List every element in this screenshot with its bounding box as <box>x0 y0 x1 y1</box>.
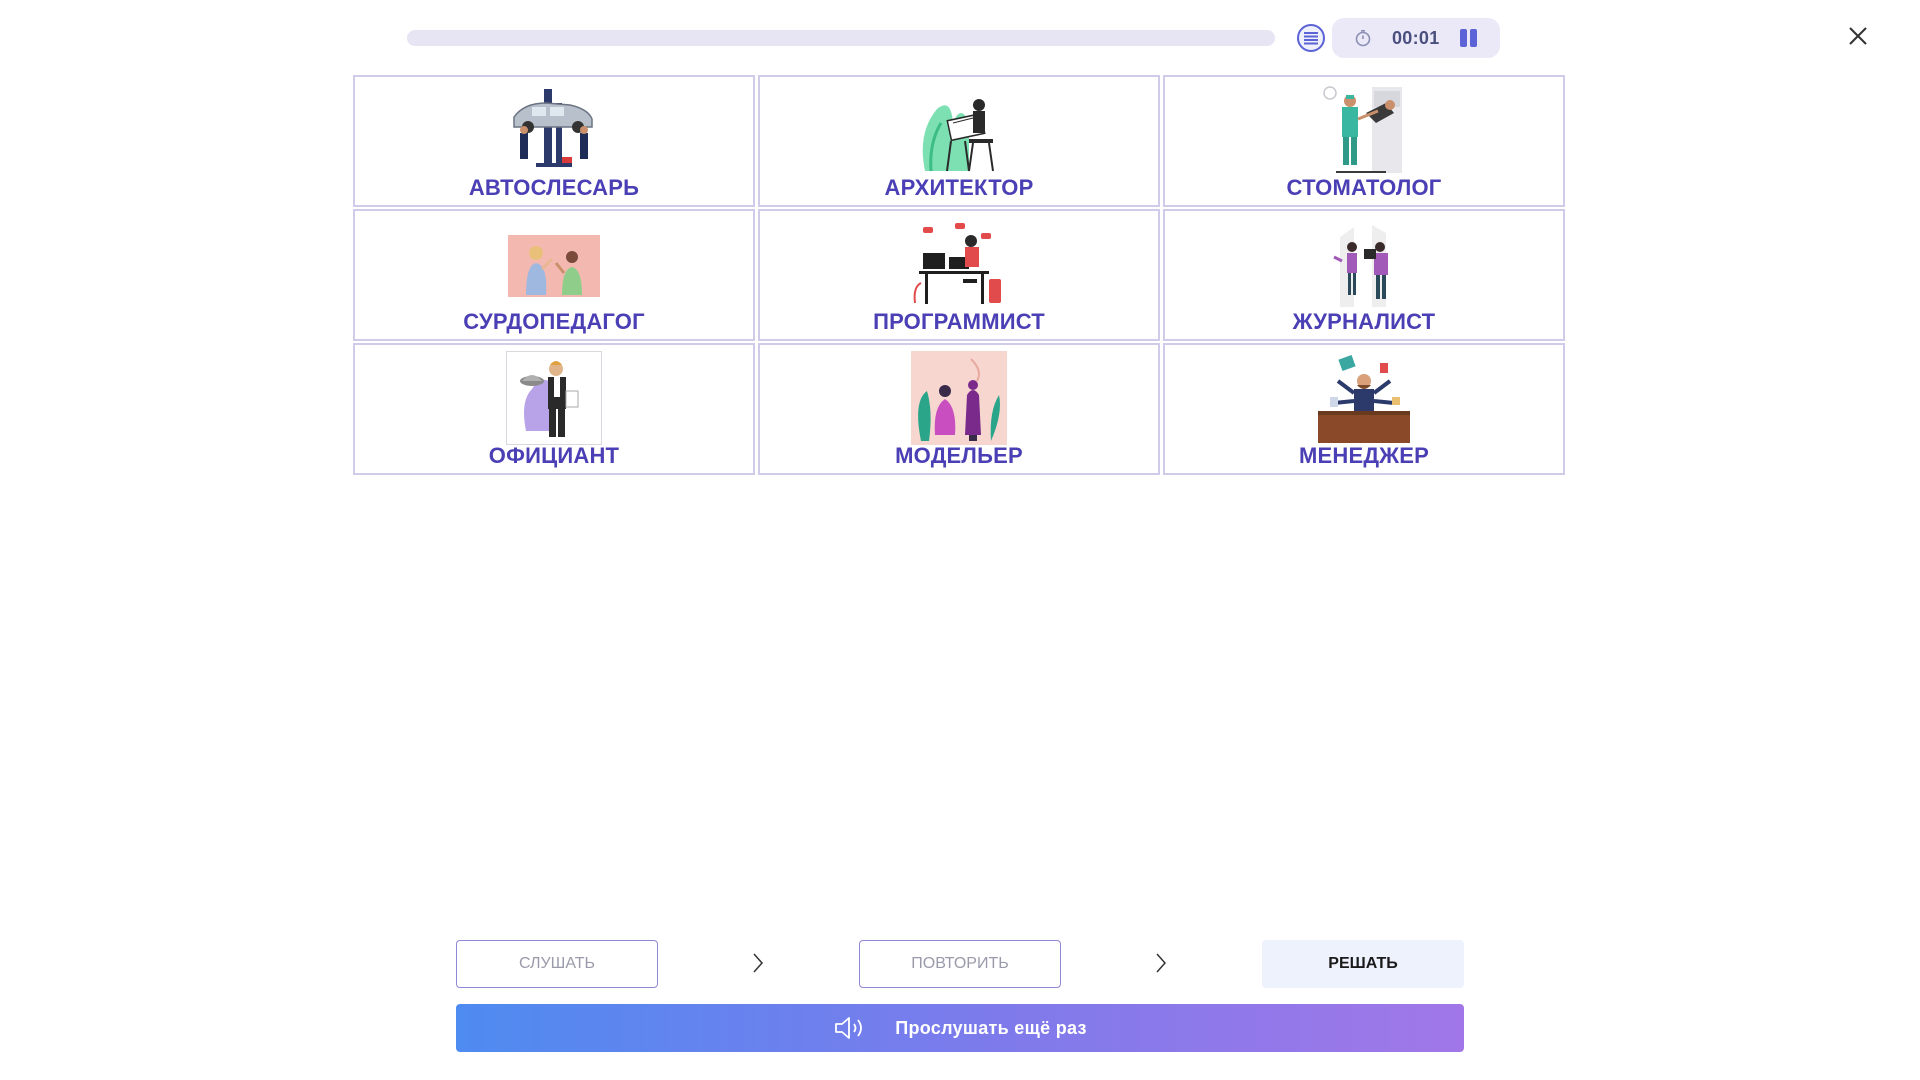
card-label: МЕНЕДЖЕР <box>1298 443 1430 468</box>
programmer-illustration <box>913 223 1001 304</box>
list-icon <box>1304 32 1318 45</box>
listen-step-button[interactable]: СЛУШАТЬ <box>456 940 658 988</box>
card-label: АВТОСЛЕСАРЬ <box>468 175 640 200</box>
card-programmist[interactable]: ПРОГРАММИСТ <box>758 209 1160 341</box>
card-zhurnalist[interactable]: ЖУРНАЛИСТ <box>1163 209 1565 341</box>
replay-label: Прослушать ещё раз <box>895 1017 1087 1038</box>
pause-icon <box>1460 29 1467 47</box>
pause-button[interactable] <box>1458 29 1480 47</box>
card-label: ПРОГРАММИСТ <box>873 309 1045 334</box>
card-menedzher[interactable]: МЕНЕДЖЕР <box>1163 343 1565 475</box>
car-mechanic-illustration <box>513 89 593 167</box>
card-label: СУРДОПЕДАГОГ <box>463 309 645 334</box>
card-label: ЖУРНАЛИСТ <box>1292 309 1436 334</box>
card-arkhitektor[interactable]: АРХИТЕКТОР <box>758 75 1160 207</box>
timer-value: 00:01 <box>1392 28 1440 48</box>
card-modelier[interactable]: МОДЕЛЬЕР <box>758 343 1160 475</box>
card-surdopedagog[interactable]: СУРДОПЕДАГОГ <box>353 209 755 341</box>
card-avtoslesar[interactable]: АВТОСЛЕСАРЬ <box>353 75 755 207</box>
repeat-step-button[interactable]: ПОВТОРИТЬ <box>859 940 1061 988</box>
architect-illustration <box>922 99 994 172</box>
solve-step-button[interactable]: РЕШАТЬ <box>1262 940 1464 988</box>
fashion-designer-illustration <box>911 351 1007 445</box>
chevron-right-icon <box>1156 953 1167 973</box>
manager-illustration <box>1318 354 1410 443</box>
menu-button[interactable] <box>1297 24 1325 52</box>
timer: 00:01 <box>1332 18 1500 58</box>
progress-bar <box>407 30 1275 46</box>
chevron-right-icon <box>753 953 764 973</box>
replay-audio-button[interactable]: Прослушать ещё раз <box>456 1004 1464 1052</box>
profession-grid: АВТОСЛЕСАРЬ АРХИТЕКТОР СТОМАТОЛОГ СУРДОП… <box>353 75 1568 475</box>
card-label: МОДЕЛЬЕР <box>895 443 1023 468</box>
waiter-illustration <box>506 351 602 445</box>
card-label: СТОМАТОЛОГ <box>1286 175 1442 200</box>
sign-language-teacher-illustration <box>508 235 600 297</box>
card-stomatolog[interactable]: СТОМАТОЛОГ <box>1163 75 1565 207</box>
card-label: ОФИЦИАНТ <box>488 443 620 468</box>
dentist-illustration <box>1323 86 1402 173</box>
card-label: АРХИТЕКТОР <box>884 175 1034 200</box>
card-ofitsiant[interactable]: ОФИЦИАНТ <box>353 343 755 475</box>
journalist-illustration <box>1333 225 1388 307</box>
stopwatch-icon <box>1355 29 1371 47</box>
close-icon[interactable] <box>1845 23 1871 49</box>
speaker-icon <box>835 1017 863 1039</box>
